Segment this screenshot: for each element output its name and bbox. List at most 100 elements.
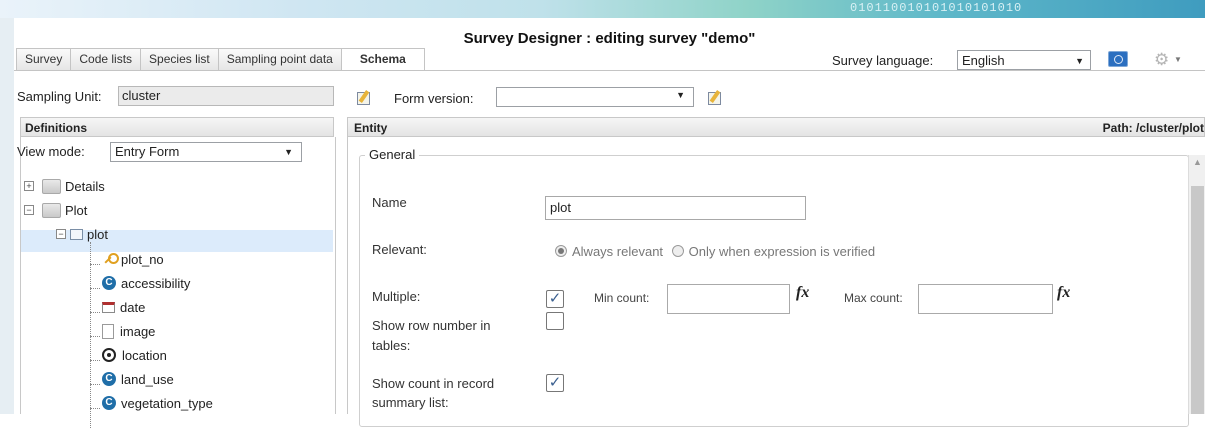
vertical-scrollbar[interactable]: ▲ bbox=[1188, 155, 1205, 414]
location-icon bbox=[102, 348, 116, 362]
expand-icon[interactable]: + bbox=[24, 181, 34, 191]
radio-always-relevant[interactable] bbox=[555, 245, 567, 257]
tree-node-plot-no[interactable]: plot_no bbox=[102, 249, 164, 269]
app-window: Survey Designer : editing survey "demo" … bbox=[14, 18, 1205, 428]
min-count-fx-button[interactable]: fx bbox=[796, 284, 809, 302]
language-flag-icon[interactable] bbox=[1108, 51, 1128, 67]
tab-bar: Survey Code lists Species list Sampling … bbox=[16, 48, 425, 71]
max-count-label: Max count: bbox=[844, 291, 903, 305]
tab-sampling-point-data[interactable]: Sampling point data bbox=[217, 48, 342, 70]
tree-connector bbox=[90, 242, 91, 428]
tree-connector bbox=[90, 384, 100, 385]
always-relevant-label: Always relevant bbox=[572, 244, 664, 259]
entity-path: Path: /cluster/plot bbox=[1102, 121, 1204, 135]
tree-node-label: plot_no bbox=[121, 251, 164, 267]
view-mode-select[interactable]: Entry Form ▼ bbox=[110, 142, 302, 162]
tree-node-date[interactable]: date bbox=[102, 297, 145, 317]
tree-node-label: image bbox=[120, 323, 156, 339]
show-row-number-label-2: tables: bbox=[372, 338, 411, 353]
tree-node-label: Plot bbox=[65, 202, 88, 218]
tab-code-lists[interactable]: Code lists bbox=[70, 48, 142, 70]
tree-node-label: plot bbox=[87, 226, 108, 242]
folder-icon bbox=[42, 178, 61, 194]
survey-language-value: English bbox=[962, 53, 1005, 68]
top-banner: 010110010101010101010 bbox=[0, 0, 1205, 18]
multiple-label: Multiple: bbox=[372, 289, 421, 304]
relevant-options: Always relevant Only when expression is … bbox=[555, 244, 880, 259]
gear-caret-icon[interactable]: ▼ bbox=[1174, 55, 1182, 64]
tree-connector bbox=[90, 288, 100, 289]
gear-icon[interactable]: ⚙ bbox=[1154, 50, 1169, 70]
tree-connector bbox=[90, 264, 100, 265]
definitions-header: Definitions bbox=[20, 117, 334, 137]
show-row-number-label-1: Show row number in bbox=[372, 318, 491, 333]
key-icon bbox=[102, 252, 119, 267]
tree-node-land-use[interactable]: C land_use bbox=[102, 369, 174, 389]
chevron-down-icon: ▼ bbox=[284, 147, 293, 157]
tree-node-image[interactable]: image bbox=[102, 321, 155, 341]
tree-node-vegetation-type[interactable]: C vegetation_type bbox=[102, 393, 213, 413]
show-count-checkbox[interactable]: ✓ bbox=[546, 374, 564, 392]
tree-node-location[interactable]: location bbox=[102, 345, 167, 365]
page-left-strip bbox=[0, 18, 14, 414]
form-version-select[interactable]: ▼ bbox=[496, 87, 694, 107]
tab-survey[interactable]: Survey bbox=[16, 48, 72, 70]
survey-language-select[interactable]: English ▼ bbox=[957, 50, 1091, 70]
show-row-number-checkbox[interactable] bbox=[546, 312, 564, 330]
radio-only-when-expression[interactable] bbox=[671, 245, 684, 257]
file-icon bbox=[102, 323, 114, 339]
code-icon: C bbox=[102, 276, 116, 290]
code-icon: C bbox=[102, 372, 116, 386]
show-count-label-2: summary list: bbox=[372, 395, 449, 410]
sampling-unit-label: Sampling Unit: bbox=[17, 89, 102, 104]
edit-form-versions-icon[interactable] bbox=[357, 90, 371, 105]
chevron-down-icon: ▼ bbox=[1075, 56, 1084, 66]
tree-connector bbox=[90, 360, 100, 361]
tree-node-label: Details bbox=[65, 178, 105, 194]
show-count-label-1: Show count in record bbox=[372, 376, 495, 391]
collapse-icon[interactable]: − bbox=[24, 205, 34, 215]
collapse-icon[interactable]: − bbox=[56, 229, 66, 239]
banner-binary-text: 010110010101010101010 bbox=[850, 1, 1023, 15]
tab-divider bbox=[14, 70, 1205, 71]
folder-icon bbox=[42, 202, 61, 218]
sampling-unit-field: cluster bbox=[118, 86, 334, 106]
date-icon bbox=[102, 301, 115, 313]
min-count-label: Min count: bbox=[594, 291, 650, 305]
survey-language-label: Survey language: bbox=[832, 53, 934, 68]
tree-node-label: date bbox=[120, 299, 146, 315]
entity-header-title: Entity bbox=[354, 121, 388, 135]
max-count-fx-button[interactable]: fx bbox=[1057, 284, 1070, 302]
scroll-up-icon[interactable]: ▲ bbox=[1193, 157, 1202, 167]
scrollbar-thumb[interactable] bbox=[1191, 186, 1204, 414]
view-mode-value: Entry Form bbox=[115, 144, 180, 159]
min-count-input[interactable] bbox=[667, 284, 790, 314]
tree-node-label: location bbox=[122, 347, 167, 363]
tree-node-accessibility[interactable]: C accessibility bbox=[102, 273, 190, 293]
name-label: Name bbox=[372, 195, 407, 210]
edit-form-version-icon[interactable] bbox=[708, 90, 722, 105]
tree-connector bbox=[90, 408, 100, 409]
window-title: Survey Designer : editing survey "demo" bbox=[463, 30, 756, 47]
tree-node-label: accessibility bbox=[121, 275, 191, 291]
code-icon: C bbox=[102, 396, 116, 410]
form-version-label: Form version: bbox=[394, 91, 474, 106]
chevron-down-icon: ▼ bbox=[676, 90, 685, 100]
name-input[interactable]: plot bbox=[545, 196, 806, 220]
table-icon bbox=[70, 228, 83, 240]
tab-schema[interactable]: Schema bbox=[340, 48, 425, 71]
max-count-input[interactable] bbox=[918, 284, 1053, 314]
tree-node-details[interactable]: + Details bbox=[24, 176, 105, 196]
view-mode-label: View mode: bbox=[17, 144, 85, 159]
tab-species-list[interactable]: Species list bbox=[140, 48, 219, 70]
tree-node-plot-entity[interactable]: − plot bbox=[56, 224, 108, 244]
entity-header: Entity Path: /cluster/plot bbox=[347, 117, 1205, 137]
multiple-checkbox[interactable]: ✓ bbox=[546, 290, 564, 308]
general-section-title: General bbox=[365, 147, 420, 162]
tree-node-plot-group[interactable]: − Plot bbox=[24, 200, 87, 220]
tree-connector bbox=[90, 312, 100, 313]
tree-node-label: land_use bbox=[121, 371, 174, 387]
only-when-expression-label: Only when expression is verified bbox=[688, 244, 876, 259]
tree-connector bbox=[90, 336, 100, 337]
tree-node-label: vegetation_type bbox=[121, 395, 213, 411]
